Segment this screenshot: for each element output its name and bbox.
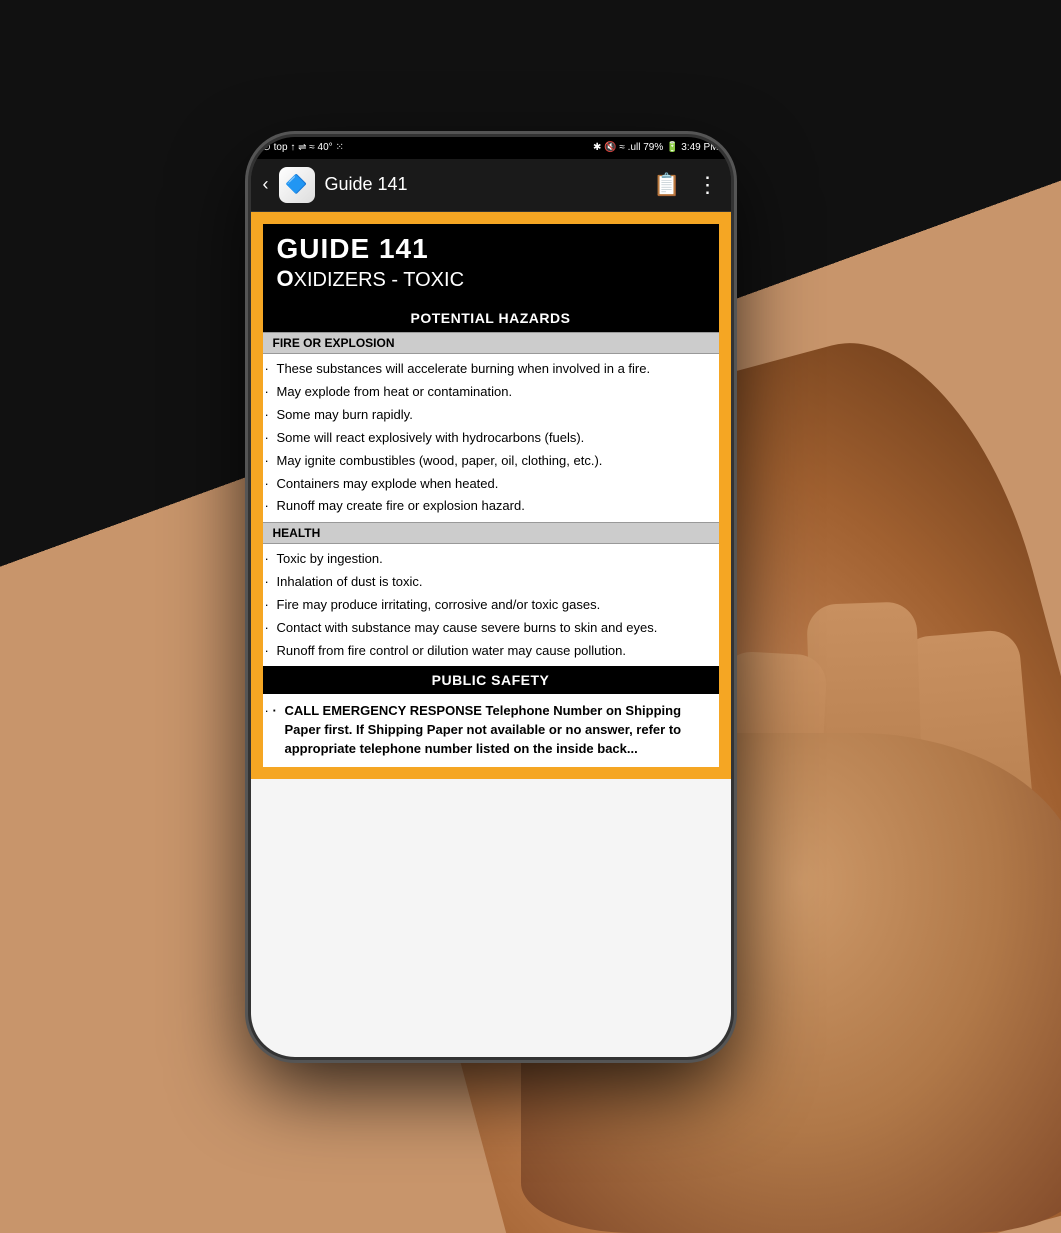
status-icons-right: ✱ 🔇 ≈ .ull 79% 🔋 3:49 PM (593, 142, 718, 153)
fire-explosion-list: These substances will accelerate burning… (263, 354, 719, 522)
more-options-icon[interactable]: ⋮ (697, 172, 719, 198)
content-area[interactable]: GUIDE 141 OXIDIZERS - TOXIC POTENTIAL HA… (251, 212, 731, 1057)
bookmark-icon[interactable]: 📋 (653, 172, 680, 198)
status-icons-left: ⊙ top ↑ ⇌ ≈ 40° ⁙ (263, 142, 344, 153)
list-item: Runoff from fire control or dilution wat… (273, 640, 713, 663)
app-bar-actions: 📋 ⋮ (653, 172, 718, 198)
subtitle-first-letter: O (277, 266, 294, 291)
public-safety-list: · CALL EMERGENCY RESPONSE Telephone Numb… (263, 694, 719, 767)
list-item: Contact with substance may cause severe … (273, 617, 713, 640)
app-bar: ‹ 🔷 Guide 141 📋 ⋮ (251, 159, 731, 212)
guide-subtitle: OXIDIZERS - TOXIC (277, 266, 705, 292)
back-button[interactable]: ‹ (263, 174, 269, 195)
list-item: Inhalation of dust is toxic. (273, 571, 713, 594)
guide-document: GUIDE 141 OXIDIZERS - TOXIC POTENTIAL HA… (259, 220, 723, 771)
subtitle-rest: XIDIZERS - TOXIC (294, 269, 464, 291)
public-safety-header: PUBLIC SAFETY (263, 666, 719, 694)
fire-explosion-subheader: FIRE OR EXPLOSION (263, 332, 719, 354)
list-item: Some will react explosively with hydroca… (273, 427, 713, 450)
list-item: Some may burn rapidly. (273, 404, 713, 427)
potential-hazards-header: POTENTIAL HAZARDS (263, 304, 719, 332)
app-icon: 🔷 (279, 167, 315, 203)
guide-header: GUIDE 141 OXIDIZERS - TOXIC (263, 224, 719, 305)
status-right: ✱ 🔇 ≈ .ull 79% 🔋 3:49 PM (593, 142, 718, 153)
list-item: Containers may explode when heated. (273, 473, 713, 496)
list-item: Runoff may create fire or explosion haza… (273, 495, 713, 518)
app-bar-title: Guide 141 (325, 174, 644, 195)
list-item: Toxic by ingestion. (273, 548, 713, 571)
status-left: ⊙ top ↑ ⇌ ≈ 40° ⁙ (263, 142, 344, 153)
guide-wrapper: GUIDE 141 OXIDIZERS - TOXIC POTENTIAL HA… (251, 212, 731, 779)
public-safety-item: · CALL EMERGENCY RESPONSE Telephone Numb… (273, 700, 709, 761)
health-subheader: HEALTH (263, 522, 719, 544)
list-item: May explode from heat or contamination. (273, 381, 713, 404)
guide-number: GUIDE 141 (277, 234, 705, 265)
health-list: Toxic by ingestion. Inhalation of dust i… (263, 544, 719, 666)
list-item: These substances will accelerate burning… (273, 358, 713, 381)
phone-frame: ⊙ top ↑ ⇌ ≈ 40° ⁙ ✱ 🔇 ≈ .ull 79% 🔋 3:49 … (251, 137, 731, 1057)
status-bar: ⊙ top ↑ ⇌ ≈ 40° ⁙ ✱ 🔇 ≈ .ull 79% 🔋 3:49 … (251, 137, 731, 159)
list-item: Fire may produce irritating, corrosive a… (273, 594, 713, 617)
list-item: May ignite combustibles (wood, paper, oi… (273, 450, 713, 473)
scene: ⊙ top ↑ ⇌ ≈ 40° ⁙ ✱ 🔇 ≈ .ull 79% 🔋 3:49 … (0, 0, 1061, 1233)
